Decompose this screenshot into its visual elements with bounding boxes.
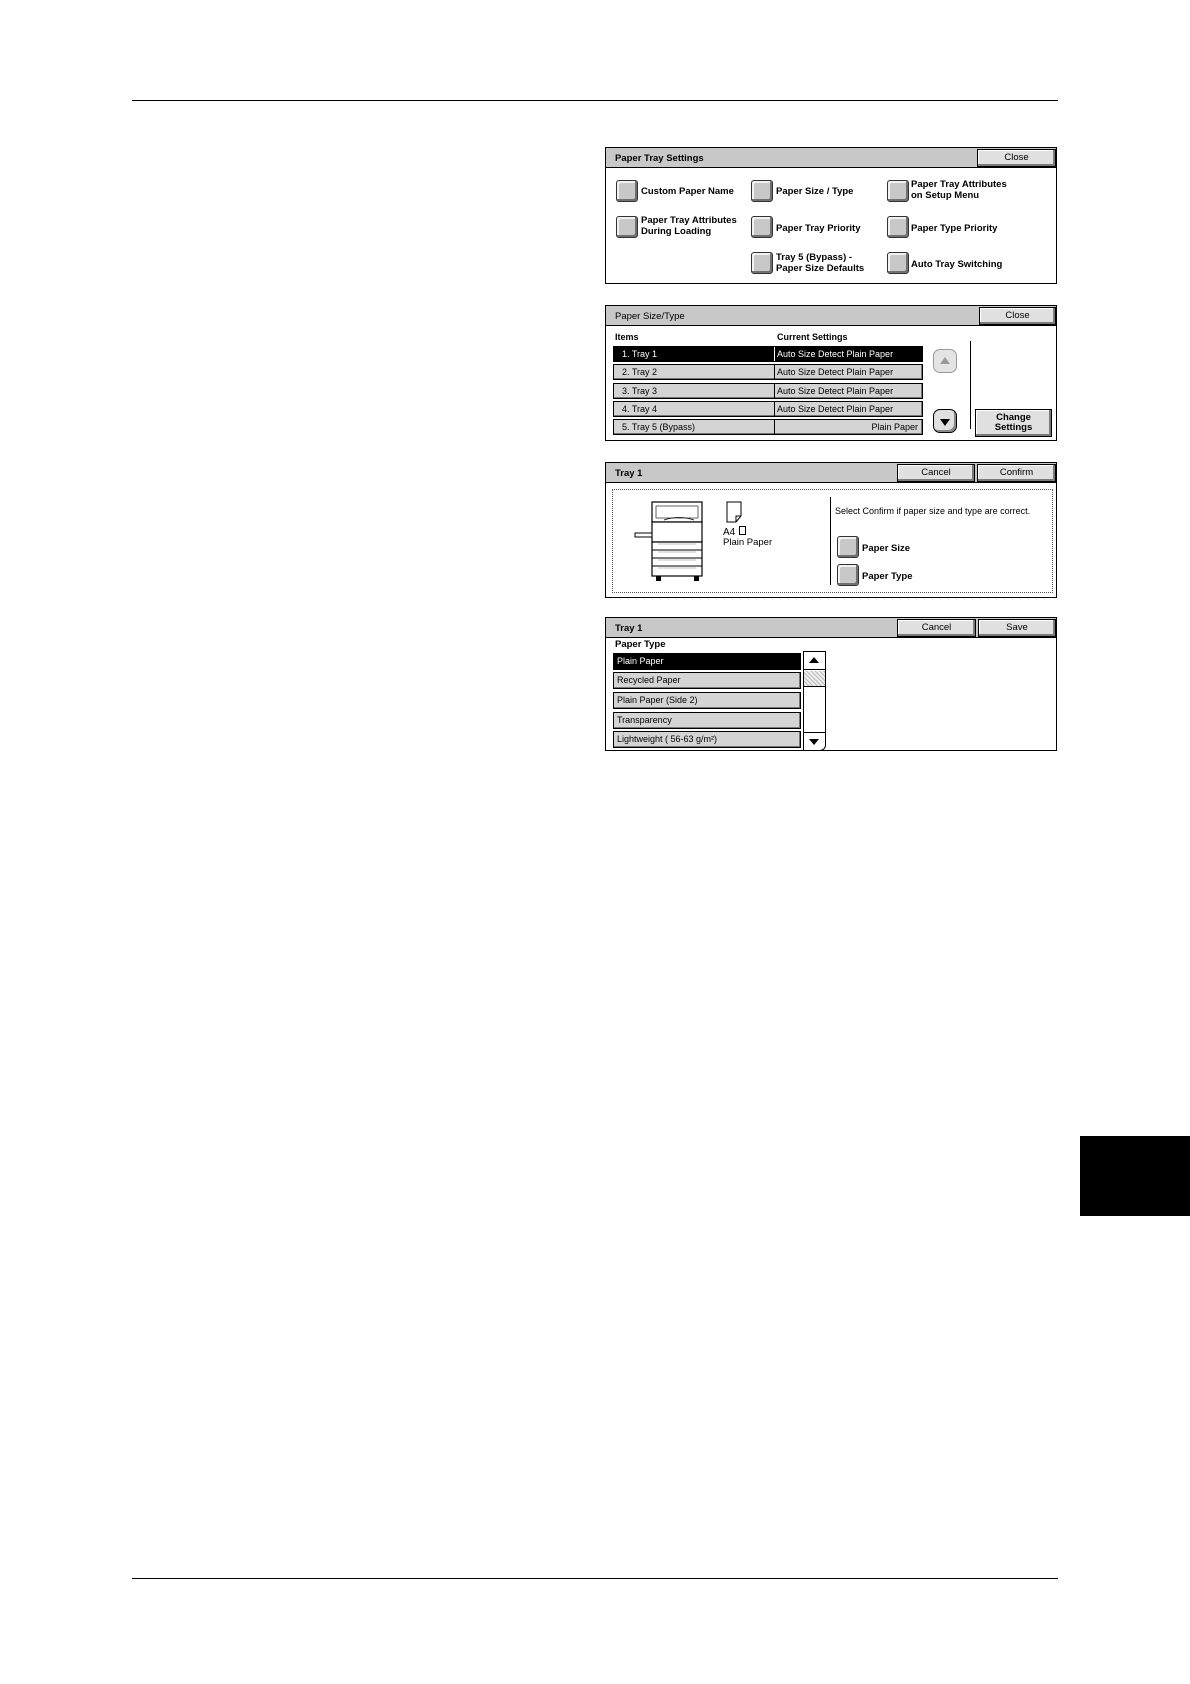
list-item[interactable]: Recycled Paper <box>613 672 801 689</box>
paper-tray-attributes-loading-button[interactable] <box>616 216 638 238</box>
close-button[interactable]: Close <box>979 307 1056 325</box>
auto-tray-switching-button[interactable] <box>887 252 909 274</box>
row-item: 3. Tray 3 <box>622 386 658 396</box>
tray1-confirm-panel: Tray 1 Cancel Confirm A4 Plain Paper Sel… <box>605 462 1057 598</box>
table-row[interactable]: 3. Tray 3 Auto Size Detect Plain Paper <box>613 383 923 399</box>
column-divider <box>774 420 775 434</box>
row-setting: Plain Paper <box>871 422 918 432</box>
row-item: 2. Tray 2 <box>622 367 658 377</box>
orientation-icon <box>739 526 746 535</box>
column-header-current-settings: Current Settings <box>777 332 848 342</box>
scroll-down-button[interactable] <box>804 732 825 750</box>
panel-title-bar: Tray 1 Cancel Confirm <box>606 463 1056 483</box>
panel-title: Paper Size/Type <box>615 311 685 322</box>
panel-title-bar: Paper Tray Settings Close <box>606 148 1056 168</box>
panel-title: Paper Tray Settings <box>615 153 704 164</box>
paper-tray-attributes-setup-button[interactable] <box>887 180 909 202</box>
tray1-paper-type-panel: Tray 1 Cancel Save Paper Type Plain Pape… <box>605 617 1057 751</box>
list-item[interactable]: Plain Paper (Side 2) <box>613 692 801 709</box>
custom-paper-name-button[interactable] <box>616 180 638 202</box>
save-button[interactable]: Save <box>978 619 1056 637</box>
paper-type-value: Plain Paper <box>723 537 773 548</box>
list-scrollbar[interactable] <box>803 651 826 751</box>
paper-type-button-label: Paper Type <box>862 571 913 582</box>
panel-title: Tray 1 <box>615 468 643 479</box>
column-divider <box>774 347 775 361</box>
cancel-button[interactable]: Cancel <box>897 619 976 637</box>
paper-type-subtitle: Paper Type <box>615 639 666 650</box>
footer-rule <box>132 1578 1058 1579</box>
arrow-down-icon <box>940 419 950 426</box>
list-item-label: Plain Paper <box>617 656 664 666</box>
paper-size-type-panel: Paper Size/Type Close Items Current Sett… <box>605 305 1057 441</box>
row-setting: Auto Size Detect Plain Paper <box>777 404 894 414</box>
table-row[interactable]: 5. Tray 5 (Bypass) Plain Paper <box>613 419 923 435</box>
chapter-tab <box>1080 1136 1190 1216</box>
paper-tray-priority-button[interactable] <box>751 216 773 238</box>
row-setting: Auto Size Detect Plain Paper <box>777 367 894 377</box>
paper-size-type-button[interactable] <box>751 180 773 202</box>
paper-size-button-label: Paper Size <box>862 543 911 554</box>
tray5-bypass-defaults-label: Tray 5 (Bypass) - Paper Size Defaults <box>776 252 865 274</box>
table-row[interactable]: 2. Tray 2 Auto Size Detect Plain Paper <box>613 364 923 380</box>
arrow-down-icon <box>809 739 819 745</box>
tray5-bypass-defaults-button[interactable] <box>751 252 773 274</box>
list-item-label: Lightweight ( 56-63 g/m²) <box>617 734 718 744</box>
header-rule <box>132 100 1058 101</box>
scroll-up-button[interactable] <box>933 349 957 373</box>
arrow-up-icon <box>940 357 950 364</box>
list-item-label: Recycled Paper <box>617 675 681 685</box>
panel-title-bar: Tray 1 Cancel Save <box>606 618 1056 638</box>
paper-type-button[interactable] <box>837 564 859 586</box>
paper-type-priority-button[interactable] <box>887 216 909 238</box>
vertical-divider <box>970 341 971 429</box>
auto-tray-switching-label: Auto Tray Switching <box>911 259 1003 270</box>
row-item: 4. Tray 4 <box>622 404 658 414</box>
confirm-button[interactable]: Confirm <box>977 464 1056 482</box>
paper-size-type-label: Paper Size / Type <box>776 186 854 197</box>
paper-tray-attributes-setup-label: Paper Tray Attributes on Setup Menu <box>911 179 1007 201</box>
change-settings-button[interactable]: Change Settings <box>975 409 1052 437</box>
row-item: 1. Tray 1 <box>622 349 658 359</box>
confirm-message: Select Confirm if paper size and type ar… <box>835 506 1031 516</box>
vertical-divider <box>830 497 831 585</box>
row-setting: Auto Size Detect Plain Paper <box>777 349 894 359</box>
close-button[interactable]: Close <box>977 149 1056 167</box>
column-divider <box>774 384 775 398</box>
arrow-up-icon <box>809 657 819 663</box>
row-setting: Auto Size Detect Plain Paper <box>777 386 894 396</box>
printer-icon <box>634 501 703 581</box>
scroll-up-button[interactable] <box>804 652 825 670</box>
paper-type-priority-label: Paper Type Priority <box>911 223 998 234</box>
row-item: 5. Tray 5 (Bypass) <box>622 422 696 432</box>
paper-tray-attributes-loading-label: Paper Tray Attributes During Loading <box>641 215 737 237</box>
column-header-items: Items <box>615 332 639 342</box>
table-row[interactable]: 1. Tray 1 Auto Size Detect Plain Paper <box>613 346 923 362</box>
list-item[interactable]: Transparency <box>613 712 801 729</box>
paper-tray-priority-label: Paper Tray Priority <box>776 223 861 234</box>
column-divider <box>774 365 775 379</box>
scroll-thumb[interactable] <box>804 671 825 687</box>
list-item-label: Plain Paper (Side 2) <box>617 695 698 705</box>
list-item-label: Transparency <box>617 715 672 725</box>
custom-paper-name-label: Custom Paper Name <box>641 186 734 197</box>
paper-tray-settings-panel: Paper Tray Settings Close Custom Paper N… <box>605 147 1057 284</box>
cancel-button[interactable]: Cancel <box>897 464 975 482</box>
column-divider <box>774 402 775 416</box>
list-item[interactable]: Plain Paper <box>613 653 801 670</box>
paper-size-button[interactable] <box>837 536 859 558</box>
list-item[interactable]: Lightweight ( 56-63 g/m²) <box>613 731 801 748</box>
table-row[interactable]: 4. Tray 4 Auto Size Detect Plain Paper <box>613 401 923 417</box>
panel-title: Tray 1 <box>615 623 643 634</box>
scroll-down-button[interactable] <box>933 409 957 433</box>
panel-title-bar: Paper Size/Type Close <box>606 306 1056 326</box>
paper-sheet-icon <box>726 501 742 523</box>
